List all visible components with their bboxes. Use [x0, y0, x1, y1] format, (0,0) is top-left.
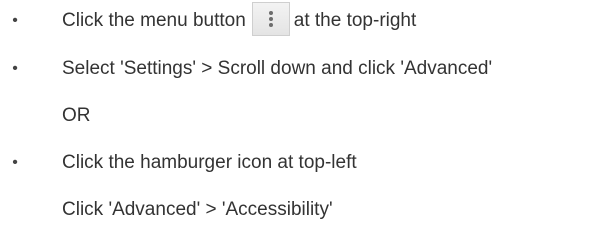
or-text: OR: [62, 105, 91, 126]
step-2-text: Select 'Settings' > Scroll down and clic…: [62, 58, 493, 79]
bullet: •: [12, 154, 18, 171]
step-3-substep-text: Click 'Advanced' > 'Accessibility': [62, 199, 333, 220]
bullet: •: [12, 60, 18, 77]
or-separator: OR: [0, 98, 605, 134]
instruction-step-3-substep: Click 'Advanced' > 'Accessibility': [0, 192, 605, 228]
instruction-step-1: • Click the menu button at the top-right: [0, 1, 605, 39]
instruction-step-2: • Select 'Settings' > Scroll down and cl…: [0, 51, 605, 87]
vertical-dots-menu-icon: [268, 10, 273, 27]
step-3-text: Click the hamburger icon at top-left: [62, 152, 357, 173]
step-1-text-before: Click the menu button: [62, 10, 246, 31]
instruction-step-3: • Click the hamburger icon at top-left: [0, 145, 605, 181]
menu-button-illustration: [251, 1, 290, 36]
step-1-text: Click the menu button at the top-right: [62, 1, 417, 39]
step-1-text-after: at the top-right: [293, 10, 417, 31]
bullet: •: [12, 12, 18, 29]
